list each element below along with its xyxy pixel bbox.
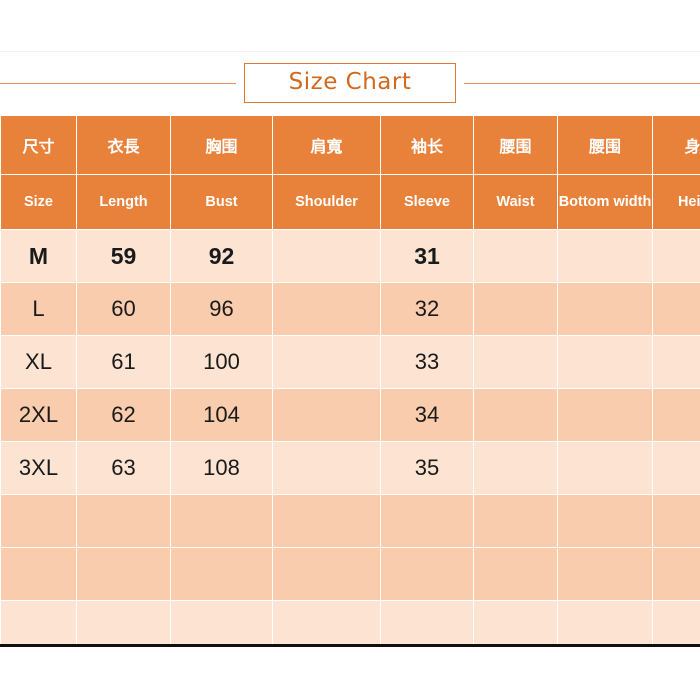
cell-shoulder — [272, 282, 381, 336]
header-cell-cn-sleeve: 袖长 — [380, 115, 474, 175]
cell-shoulder — [272, 600, 381, 644]
cell-waist — [473, 600, 558, 644]
cell-shoulder — [272, 229, 381, 283]
header-cell-en-height: Height — [652, 174, 700, 230]
header-cell-cn-shoulder: 肩寬 — [272, 115, 381, 175]
cell-bust: 96 — [170, 282, 273, 336]
table-row: L 60 96 32 — [0, 282, 700, 336]
cell-length: 59 — [76, 229, 171, 283]
cell-bust: 100 — [170, 335, 273, 389]
table-row: 3XL 63 108 35 — [0, 441, 700, 495]
table-row: M 59 92 31 — [0, 229, 700, 283]
cell-bust: 92 — [170, 229, 273, 283]
cell-size — [0, 547, 77, 601]
cell-bottom-width — [557, 600, 653, 644]
table-row-empty — [0, 494, 700, 548]
title-box: Size Chart — [243, 63, 457, 103]
header-cell-en-bust: Bust — [170, 174, 273, 230]
header-cell-cn-waist: 腰围 — [473, 115, 558, 175]
cell-length: 62 — [76, 388, 171, 442]
header-cell-en-waist: Waist — [473, 174, 558, 230]
top-divider — [0, 51, 700, 52]
header-cell-en-size: Size — [0, 174, 77, 230]
cell-size: 2XL — [0, 388, 77, 442]
table-row: 2XL 62 104 34 — [0, 388, 700, 442]
cell-bust — [170, 600, 273, 644]
cell-sleeve: 34 — [380, 388, 474, 442]
cell-height — [652, 282, 700, 336]
header-cell-cn-size: 尺寸 — [0, 115, 77, 175]
cell-size: M — [0, 229, 77, 283]
header-row-cn: 尺寸衣長胸围肩寬袖长腰围腰围身高 — [0, 115, 700, 175]
cell-bottom-width — [557, 229, 653, 283]
page-title: Size Chart — [288, 69, 412, 95]
cell-height — [652, 335, 700, 389]
header-row-en: Size Length Bust Shoulder Sleeve Waist Bottom … — [0, 174, 700, 230]
cell-length: 63 — [76, 441, 171, 495]
cell-length — [76, 494, 171, 548]
cell-sleeve: 31 — [380, 229, 474, 283]
size-chart-table-container: 尺寸衣長胸围肩寬袖长腰围腰围身高SizeLengthBustShoulderSl… — [0, 115, 700, 647]
cell-waist — [473, 388, 558, 442]
cell-height — [652, 388, 700, 442]
title-banner: Size Chart — [0, 62, 700, 104]
title-rule-right — [464, 82, 700, 84]
cell-height — [652, 547, 700, 601]
cell-bottom-width — [557, 388, 653, 442]
cell-waist — [473, 441, 558, 495]
cell-shoulder — [272, 388, 381, 442]
cell-size — [0, 600, 77, 644]
cell-sleeve — [380, 494, 474, 548]
cell-bottom-width — [557, 282, 653, 336]
cell-bust: 104 — [170, 388, 273, 442]
cell-bust: 108 — [170, 441, 273, 495]
cell-size: XL — [0, 335, 77, 389]
cell-length — [76, 547, 171, 601]
table-row-empty — [0, 547, 700, 601]
cell-sleeve: 32 — [380, 282, 474, 336]
cell-bottom-width — [557, 547, 653, 601]
cell-height — [652, 494, 700, 548]
header-cell-cn-bottom-width: 腰围 — [557, 115, 653, 175]
cell-bust — [170, 547, 273, 601]
cell-sleeve — [380, 547, 474, 601]
cell-bottom-width — [557, 335, 653, 389]
title-rule-left — [0, 82, 236, 84]
cell-size: L — [0, 282, 77, 336]
cell-waist — [473, 335, 558, 389]
cell-shoulder — [272, 441, 381, 495]
cell-height — [652, 229, 700, 283]
header-cell-cn-height: 身高 — [652, 115, 700, 175]
header-cell-en-sleeve: Sleeve — [380, 174, 474, 230]
cell-length — [76, 600, 171, 644]
header-cell-cn-bust: 胸围 — [170, 115, 273, 175]
cell-sleeve: 33 — [380, 335, 474, 389]
cell-bust — [170, 494, 273, 548]
header-cell-en-length: Length — [76, 174, 171, 230]
size-chart-table: 尺寸衣長胸围肩寬袖长腰围腰围身高SizeLengthBustShoulderSl… — [0, 115, 700, 644]
table-row-empty — [0, 600, 700, 644]
cell-size — [0, 494, 77, 548]
header-cell-en-shoulder: Shoulder — [272, 174, 381, 230]
header-cell-en-bottom-width: Bottom width — [557, 174, 653, 230]
header-cell-cn-length: 衣長 — [76, 115, 171, 175]
cell-waist — [473, 229, 558, 283]
cell-shoulder — [272, 335, 381, 389]
table-row: XL 61 100 33 — [0, 335, 700, 389]
cell-height — [652, 441, 700, 495]
cell-waist — [473, 547, 558, 601]
cell-shoulder — [272, 494, 381, 548]
cell-sleeve: 35 — [380, 441, 474, 495]
cell-waist — [473, 282, 558, 336]
cell-shoulder — [272, 547, 381, 601]
cell-bottom-width — [557, 494, 653, 548]
cell-bottom-width — [557, 441, 653, 495]
cell-waist — [473, 494, 558, 548]
cell-length: 60 — [76, 282, 171, 336]
cell-size: 3XL — [0, 441, 77, 495]
cell-length: 61 — [76, 335, 171, 389]
cell-height — [652, 600, 700, 644]
cell-sleeve — [380, 600, 474, 644]
